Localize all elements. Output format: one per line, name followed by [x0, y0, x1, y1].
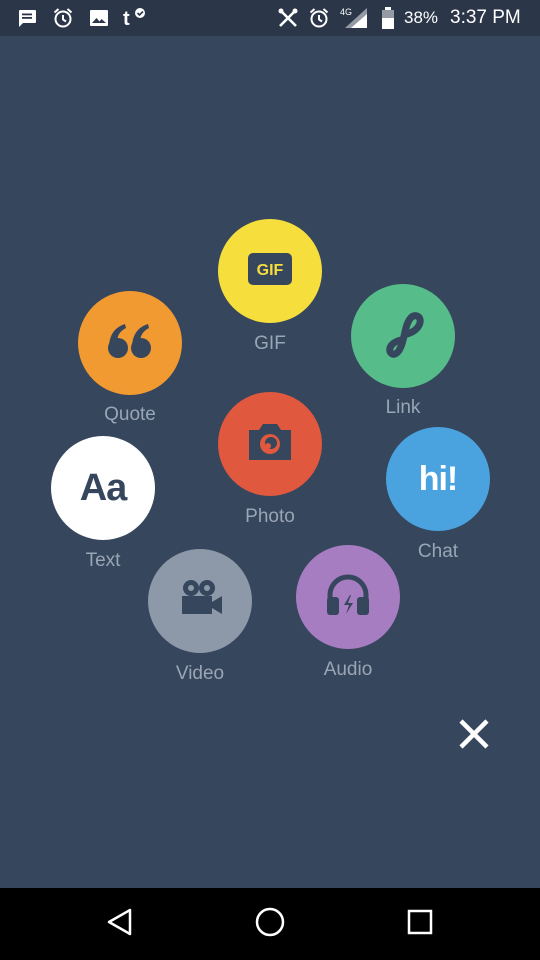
battery-icon [378, 6, 398, 30]
gif-icon: GIF [247, 252, 293, 291]
back-button[interactable] [70, 888, 170, 960]
audio-button[interactable] [296, 545, 400, 649]
close-button[interactable] [452, 714, 496, 758]
quote-button[interactable] [78, 291, 182, 395]
link-label: Link [385, 397, 421, 418]
link-button[interactable] [351, 284, 455, 388]
signal-icon [340, 6, 370, 30]
svg-text:t: t [123, 8, 130, 30]
navigation-bar [0, 888, 540, 960]
battery-percent: 38% [404, 8, 439, 27]
chat-button[interactable]: hi! [386, 427, 490, 531]
video-label: Video [175, 663, 225, 684]
video-camera-icon [176, 577, 224, 626]
video-button[interactable] [148, 549, 252, 653]
tumblr-icon: t [120, 6, 150, 30]
tools-icon [274, 6, 302, 30]
gif-button[interactable]: GIF [218, 219, 322, 323]
image-icon [86, 6, 112, 30]
recents-button[interactable] [370, 888, 470, 960]
alarm-icon [50, 6, 76, 30]
home-icon [254, 906, 286, 943]
alarm-icon [306, 6, 332, 30]
quote-label: Quote [104, 404, 156, 425]
text-button[interactable]: Aa [51, 436, 155, 540]
back-icon [105, 907, 135, 942]
camera-icon [246, 421, 294, 468]
close-icon [458, 718, 490, 755]
link-icon [381, 310, 425, 363]
chat-icon: hi! [418, 459, 459, 498]
gif-label: GIF [254, 333, 286, 354]
chat-label: Chat [417, 541, 459, 562]
text-label: Text [85, 550, 121, 571]
clock: 3:37 PM [450, 7, 521, 28]
headphones-icon [324, 573, 372, 622]
home-button[interactable] [220, 888, 320, 960]
photo-label: Photo [245, 506, 295, 527]
gif-icon-text: GIF [257, 262, 284, 279]
photo-button[interactable] [218, 392, 322, 496]
status-bar: t 4G 38% 3:37 PM [0, 0, 540, 36]
quote-icon [106, 321, 154, 366]
recents-icon [405, 907, 435, 942]
message-icon [14, 6, 40, 30]
text-icon: Aa [79, 466, 128, 509]
audio-label: Audio [323, 659, 373, 680]
